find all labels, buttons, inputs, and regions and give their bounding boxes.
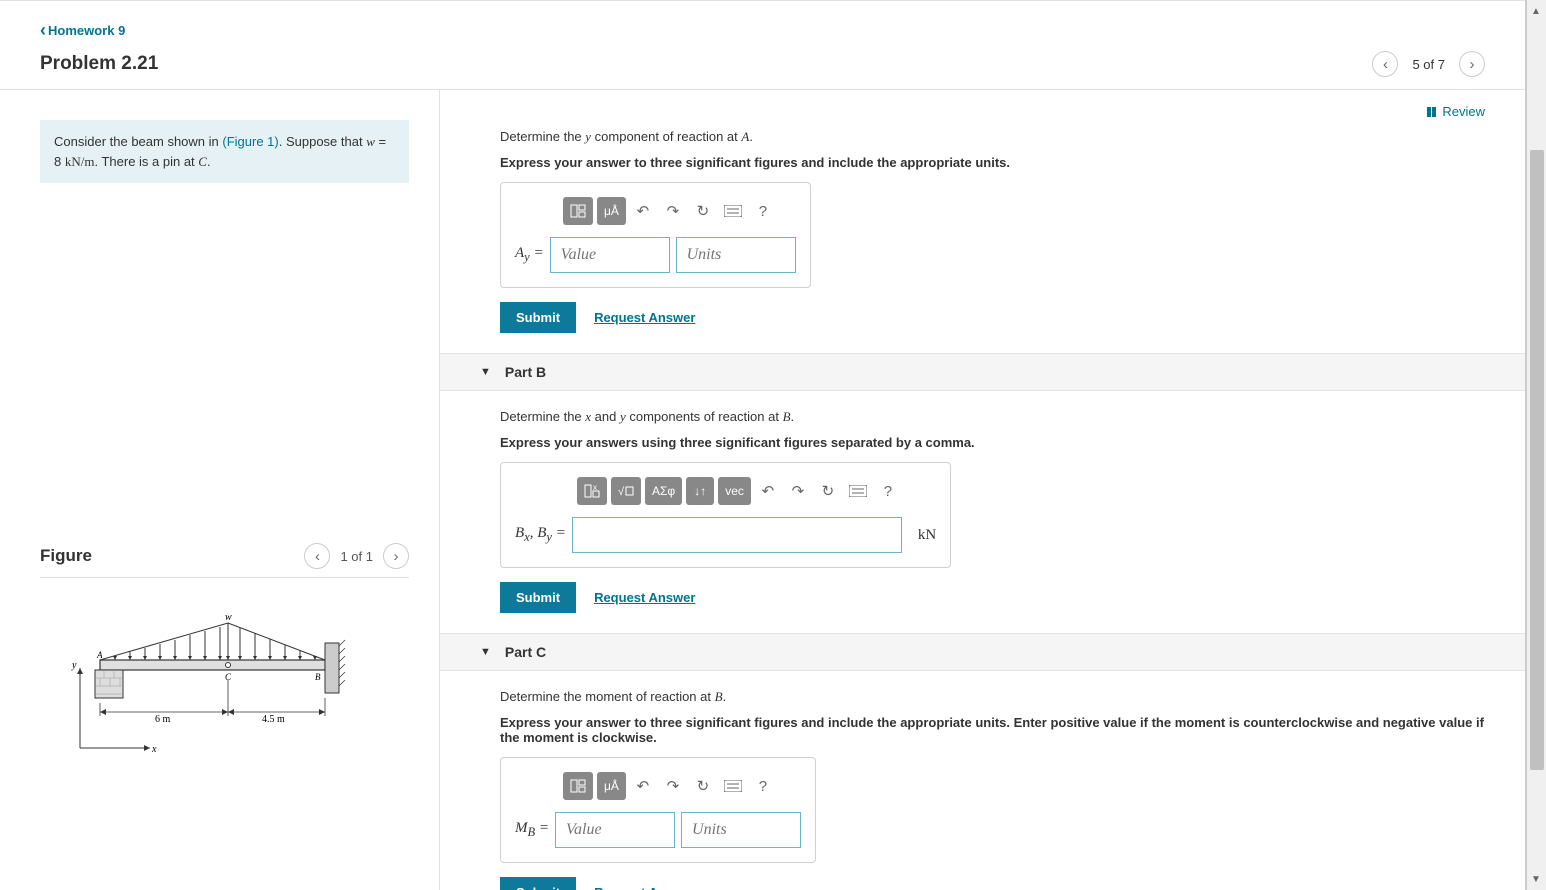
next-problem-button[interactable]: › (1459, 51, 1485, 77)
keyboard-icon[interactable] (845, 478, 871, 504)
part-b: Determine the x and y components of reac… (500, 409, 1505, 613)
redo-icon[interactable]: ↷ (660, 773, 686, 799)
point-a-label: A (96, 650, 103, 660)
part-c-value-input[interactable] (555, 812, 675, 848)
part-b-units: kN (918, 527, 936, 544)
template-button[interactable]: x (577, 477, 607, 505)
reset-icon[interactable]: ↻ (690, 198, 716, 224)
left-panel: Consider the beam shown in (Figure 1). S… (0, 90, 440, 890)
sqrt-button[interactable]: √ (611, 477, 641, 505)
undo-icon[interactable]: ↶ (630, 773, 656, 799)
help-icon[interactable]: ? (750, 773, 776, 799)
figure-position: 1 of 1 (340, 549, 373, 564)
part-a-toolbar: μÅ ↶ ↷ ↻ ? (563, 197, 796, 225)
part-a-instructions: Express your answer to three significant… (500, 155, 1505, 170)
figure-link[interactable]: (Figure 1) (222, 134, 278, 149)
next-figure-button[interactable]: › (383, 543, 409, 569)
undo-icon[interactable]: ↶ (630, 198, 656, 224)
units-button[interactable]: μÅ (597, 197, 626, 225)
review-link[interactable]: Review (500, 104, 1485, 119)
redo-icon[interactable]: ↷ (785, 478, 811, 504)
header: Homework 9 Problem 2.21 ‹ 5 of 7 › (0, 5, 1525, 89)
caret-down-icon: ▼ (480, 366, 491, 378)
axis-x-label: x (151, 744, 157, 755)
template-button[interactable] (563, 772, 593, 800)
prev-figure-button[interactable]: ‹ (304, 543, 330, 569)
right-panel: Review Determine the y component of reac… (440, 90, 1525, 890)
scroll-down-icon[interactable]: ▼ (1527, 870, 1545, 888)
problem-description: Consider the beam shown in (Figure 1). S… (40, 120, 409, 183)
keyboard-icon[interactable] (720, 773, 746, 799)
beam-diagram: x y w (70, 608, 370, 778)
axis-y-label: y (71, 660, 77, 671)
part-a-submit-button[interactable]: Submit (500, 302, 576, 333)
part-a: Determine the y component of reaction at… (500, 129, 1505, 333)
help-icon[interactable]: ? (750, 198, 776, 224)
problem-nav: ‹ 5 of 7 › (1372, 51, 1485, 77)
back-link[interactable]: Homework 9 (40, 23, 125, 38)
dim-2: 4.5 m (262, 714, 285, 725)
part-b-request-answer[interactable]: Request Answer (594, 590, 695, 605)
part-c-units-input[interactable] (681, 812, 801, 848)
load-label: w (225, 612, 232, 623)
part-b-header[interactable]: ▼ Part B (440, 353, 1525, 391)
svg-text:√: √ (618, 486, 625, 498)
vec-button[interactable]: vec (718, 477, 751, 505)
point-c-label: C (225, 672, 232, 682)
arrows-button[interactable]: ↓↑ (686, 477, 714, 505)
part-b-value-input[interactable] (572, 517, 902, 553)
template-button[interactable] (563, 197, 593, 225)
greek-button[interactable]: ΑΣφ (645, 477, 682, 505)
undo-icon[interactable]: ↶ (755, 478, 781, 504)
outer-scrollbar[interactable]: ▲ ▼ (1526, 0, 1546, 890)
part-b-submit-button[interactable]: Submit (500, 582, 576, 613)
units-button[interactable]: μÅ (597, 772, 626, 800)
reset-icon[interactable]: ↻ (690, 773, 716, 799)
figure-section: Figure ‹ 1 of 1 › x y (40, 543, 409, 778)
nav-position: 5 of 7 (1412, 57, 1445, 72)
caret-down-icon: ▼ (480, 646, 491, 658)
point-b-label: B (315, 672, 321, 682)
figure-title: Figure (40, 546, 92, 566)
part-c-header[interactable]: ▼ Part C (440, 633, 1525, 671)
part-c: Determine the moment of reaction at B. E… (500, 689, 1505, 890)
part-c-instructions: Express your answer to three significant… (500, 715, 1505, 745)
svg-text:x: x (593, 484, 597, 492)
dim-1: 6 m (155, 714, 171, 725)
part-a-request-answer[interactable]: Request Answer (594, 310, 695, 325)
part-c-request-answer[interactable]: Request Answer (594, 885, 695, 890)
scrollbar-handle[interactable] (1530, 150, 1544, 770)
redo-icon[interactable]: ↷ (660, 198, 686, 224)
part-a-units-input[interactable] (676, 237, 796, 273)
prev-problem-button[interactable]: ‹ (1372, 51, 1398, 77)
part-c-submit-button[interactable]: Submit (500, 877, 576, 890)
help-icon[interactable]: ? (875, 478, 901, 504)
scroll-up-icon[interactable]: ▲ (1527, 2, 1545, 20)
part-a-value-input[interactable] (550, 237, 670, 273)
problem-title: Problem 2.21 (40, 53, 158, 75)
keyboard-icon[interactable] (720, 198, 746, 224)
reset-icon[interactable]: ↻ (815, 478, 841, 504)
part-b-instructions: Express your answers using three signifi… (500, 435, 1505, 450)
review-icon (1427, 107, 1436, 117)
